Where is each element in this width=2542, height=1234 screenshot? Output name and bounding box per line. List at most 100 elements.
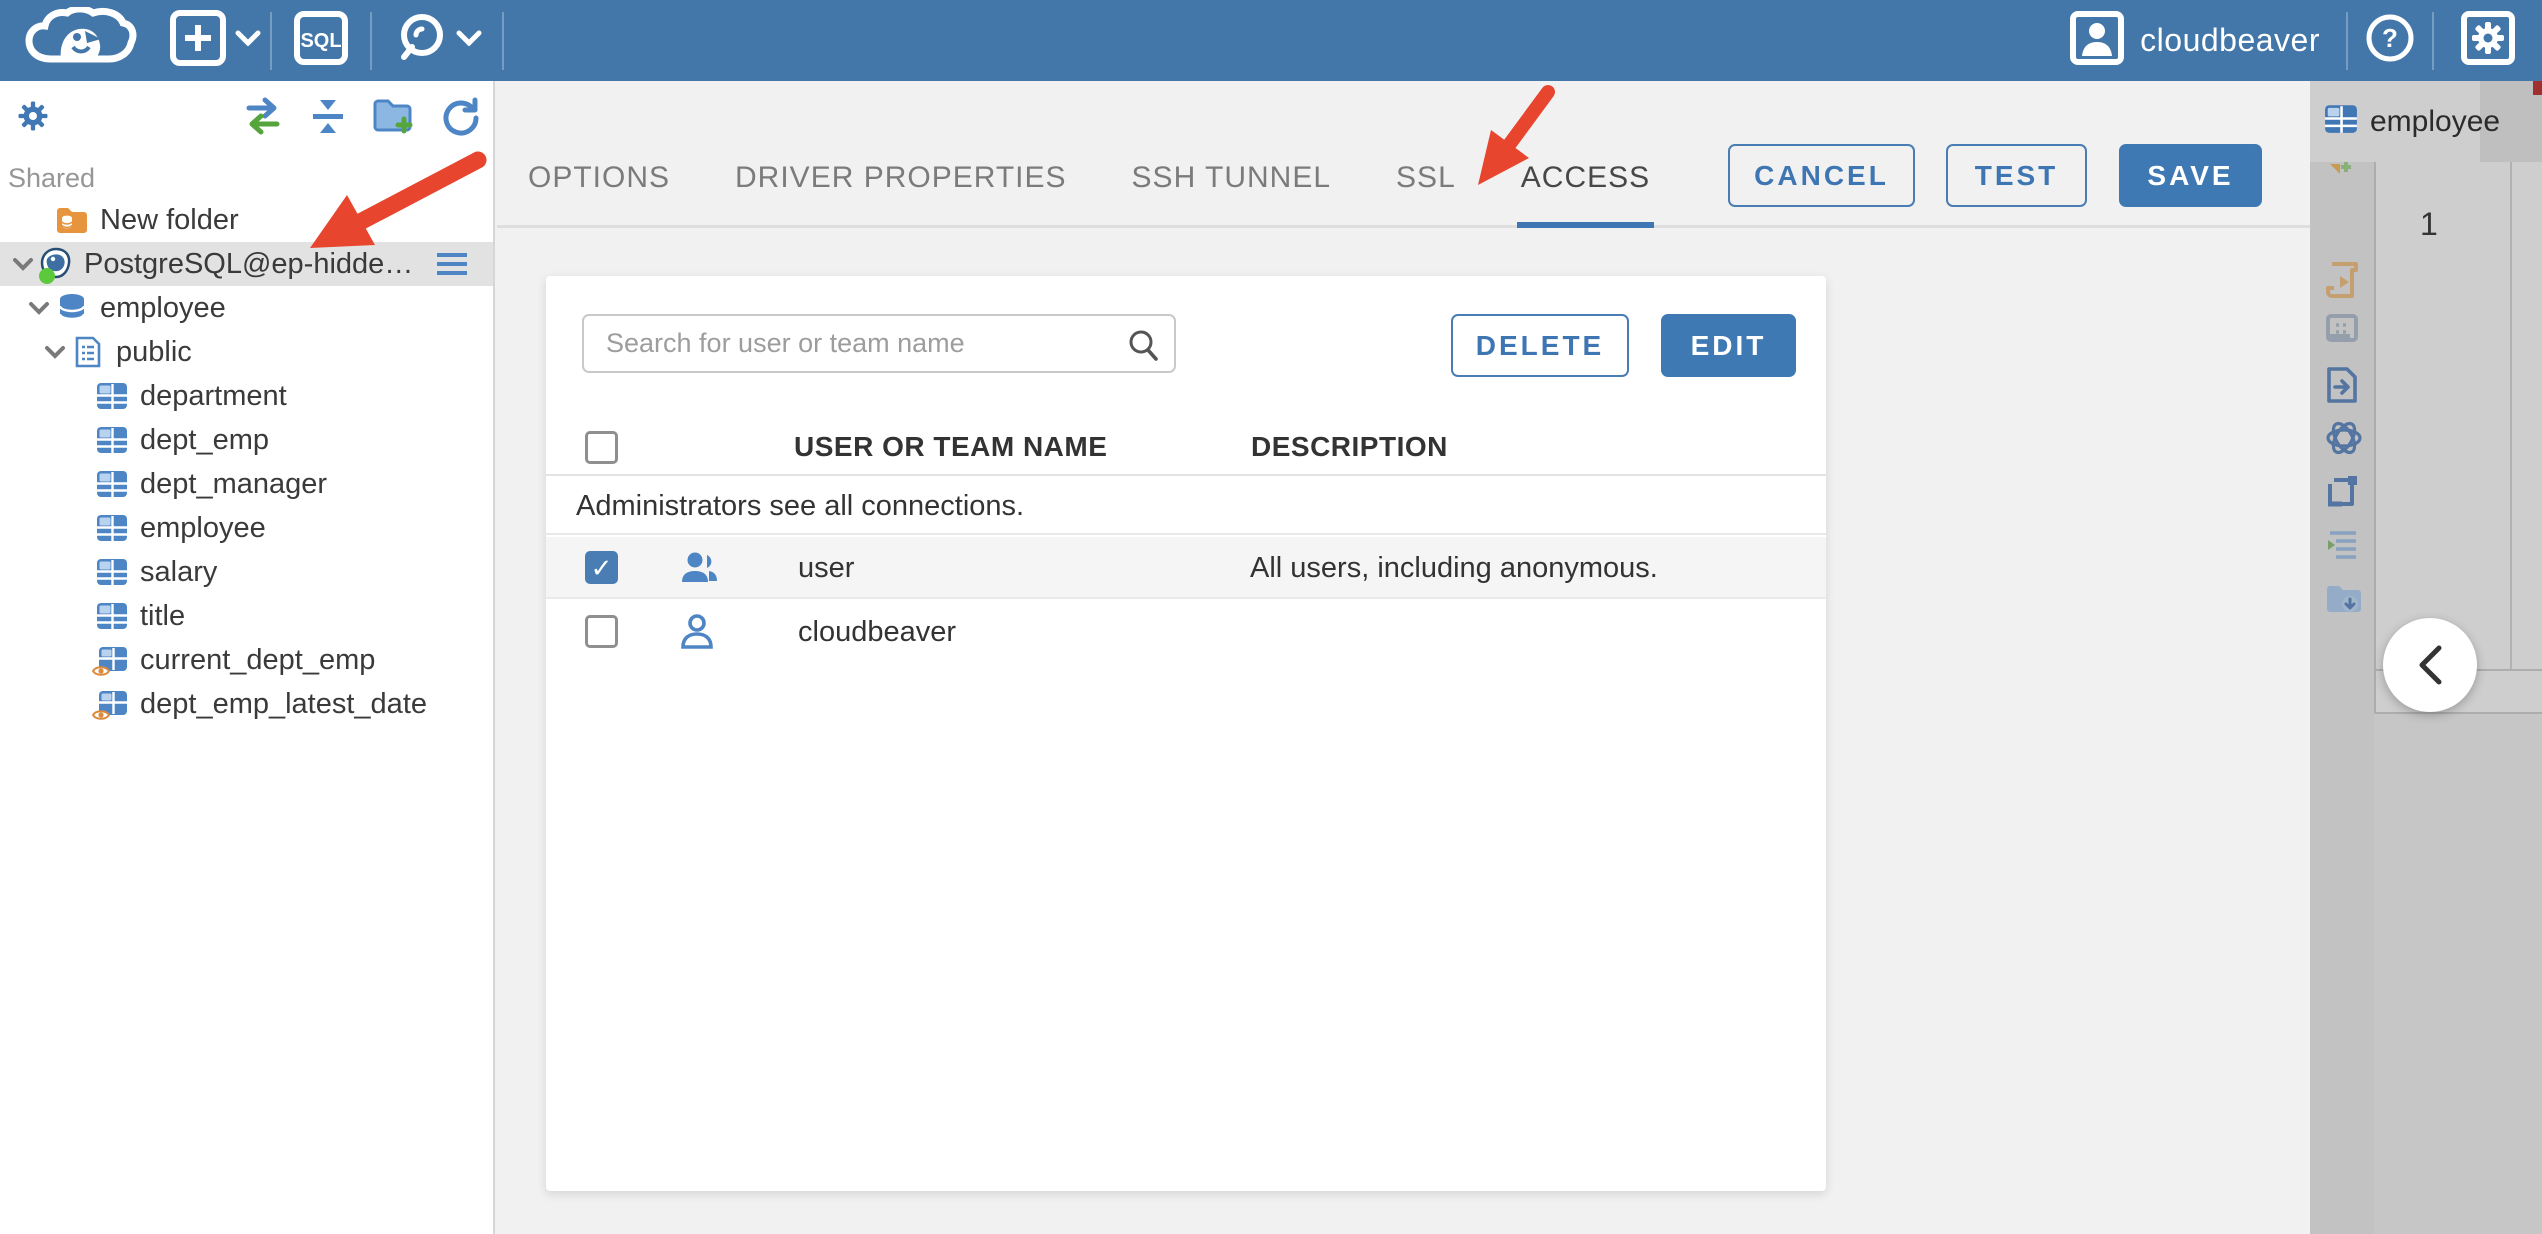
sql-editor-button[interactable]: SQL — [272, 0, 370, 81]
data-grid[interactable] — [2374, 162, 2542, 669]
tree-item-label: current_dept_emp — [140, 643, 376, 676]
username-label: cloudbeaver — [2140, 22, 2320, 58]
tree-item-label: employee — [100, 291, 226, 324]
annotation-red-mark — [2533, 81, 2542, 95]
plus-box-icon — [169, 9, 227, 72]
view-icon — [92, 646, 132, 676]
column-header-description: DESCRIPTION — [1251, 431, 1448, 462]
chevron-down-icon[interactable] — [26, 301, 52, 315]
user-icon — [679, 613, 715, 659]
topbar: SQL cloudbeaver ? — [0, 0, 2542, 81]
save-button[interactable]: SAVE — [2119, 144, 2262, 207]
schema-icon — [68, 335, 108, 369]
help-button[interactable]: ? — [2348, 0, 2432, 81]
row-name: user — [798, 552, 855, 584]
search-input[interactable] — [582, 314, 1176, 373]
ai-assistant-icon[interactable] — [2324, 418, 2364, 463]
tree-item-table-dept-manager[interactable]: dept_manager — [0, 462, 493, 506]
table-icon — [2324, 104, 2358, 139]
view-icon — [92, 690, 132, 720]
tree-item-label: PostgreSQL@ep-hidden-... — [84, 247, 414, 280]
cloudbeaver-logo-icon — [21, 5, 139, 74]
navigator-toolbar — [0, 81, 493, 151]
new-connection-button[interactable] — [160, 0, 270, 81]
connection-search-button[interactable] — [372, 0, 502, 81]
tree-item-view-dept-emp-latest-date[interactable]: dept_emp_latest_date — [0, 682, 493, 726]
tree-item-table-department[interactable]: department — [0, 374, 493, 418]
app-logo[interactable] — [0, 0, 160, 81]
table-icon — [92, 426, 132, 454]
access-panel: DELETE EDIT USER OR TEAM NAME DESCRIPTIO… — [546, 276, 1826, 1191]
row-checkbox-unchecked[interactable] — [585, 615, 618, 648]
tree-item-schema-public[interactable]: public — [0, 330, 493, 374]
editor-actions: CANCEL TEST SAVE — [1728, 144, 2262, 207]
execute-script-icon[interactable] — [2324, 260, 2362, 309]
tab-ssh-tunnel[interactable]: SSH TUNNEL — [1132, 161, 1332, 209]
grid-view-icon[interactable] — [2324, 312, 2362, 351]
tree-item-label: title — [140, 599, 186, 632]
save-to-folder-icon[interactable] — [2324, 582, 2364, 621]
tree-item-postgres-connection[interactable]: PostgreSQL@ep-hidden-... — [0, 242, 493, 286]
tab-label: employee — [2370, 104, 2501, 138]
sync-connections-button[interactable] — [241, 95, 285, 142]
help-icon: ? — [2364, 12, 2416, 69]
delete-button[interactable]: DELETE — [1451, 314, 1629, 377]
tab-access[interactable]: ACCESS — [1516, 161, 1655, 228]
row-checkbox-checked[interactable]: ✓ — [585, 551, 618, 584]
tree-item-label: salary — [140, 555, 218, 588]
team-icon — [679, 549, 721, 593]
settings-button[interactable] — [2434, 0, 2542, 81]
gear-icon — [2459, 9, 2517, 72]
table-row-user[interactable]: ✓ user All users, including anonymous. — [546, 537, 1826, 599]
tree-item-table-title[interactable]: title — [0, 594, 493, 638]
admin-info-text: Administrators see all connections. — [576, 490, 1025, 522]
tree-item-table-salary[interactable]: salary — [0, 550, 493, 594]
cancel-button[interactable]: CANCEL — [1728, 144, 1915, 207]
chevron-down-icon[interactable] — [10, 257, 36, 271]
user-menu-button[interactable]: cloudbeaver — [2068, 0, 2346, 81]
collapse-all-button[interactable] — [307, 95, 349, 142]
navigator-sidebar: Shared New folder PostgreSQL@ep-hidden-.… — [0, 81, 495, 1234]
sql-icon: SQL — [293, 10, 349, 71]
new-folder-button[interactable] — [371, 95, 417, 142]
test-button[interactable]: TEST — [1946, 144, 2087, 207]
tree-item-table-employee[interactable]: employee — [0, 506, 493, 550]
chevron-down-icon — [456, 30, 482, 51]
connection-editor: OPTIONS DRIVER PROPERTIES SSH TUNNEL SSL… — [497, 81, 2310, 1234]
tree-item-label: dept_manager — [140, 467, 328, 500]
data-editor-toolbar — [2310, 162, 2374, 1234]
chevron-left-icon — [2419, 645, 2442, 685]
connection-menu-icon[interactable] — [435, 251, 469, 285]
table-row-cloudbeaver[interactable]: cloudbeaver — [546, 601, 1826, 663]
user-avatar-icon — [2068, 9, 2126, 72]
export-data-icon[interactable] — [2324, 365, 2360, 410]
tree-item-view-current-dept-emp[interactable]: current_dept_emp — [0, 638, 493, 682]
tab-ssl[interactable]: SSL — [1396, 161, 1456, 209]
refresh-button[interactable] — [439, 95, 481, 142]
svg-text:?: ? — [2382, 23, 2398, 53]
tree-item-label: employee — [140, 511, 266, 544]
tree-item-table-dept-emp[interactable]: dept_emp — [0, 418, 493, 462]
table-icon — [92, 558, 132, 586]
edit-button[interactable]: EDIT — [1661, 314, 1796, 377]
navigator-settings-button[interactable] — [12, 95, 54, 142]
table-icon — [92, 514, 132, 542]
tab-driver-properties[interactable]: DRIVER PROPERTIES — [735, 161, 1067, 209]
active-tab-underline — [1516, 222, 1655, 228]
value-panel-icon[interactable] — [2324, 472, 2362, 517]
tree-item-label: department — [140, 379, 287, 412]
collapse-panel-button[interactable] — [2383, 618, 2477, 712]
tree-item-label: public — [116, 335, 192, 368]
chevron-down-icon[interactable] — [42, 345, 68, 359]
row-description: All users, including anonymous. — [1250, 552, 1658, 584]
access-table-header: USER OR TEAM NAME DESCRIPTION — [546, 415, 1826, 476]
tab-options[interactable]: OPTIONS — [528, 161, 670, 209]
cloudbeaver-app: SQL cloudbeaver ? Shared New folder Post… — [0, 0, 2542, 1234]
select-all-checkbox[interactable] — [585, 431, 618, 464]
tree-item-new-folder[interactable]: New folder — [0, 198, 493, 242]
tree-item-database-employee[interactable]: employee — [0, 286, 493, 330]
row-number-cell: 1 — [2420, 206, 2438, 242]
grouping-icon[interactable] — [2324, 528, 2362, 567]
table-icon — [92, 602, 132, 630]
add-row-icon[interactable] — [2324, 148, 2360, 183]
